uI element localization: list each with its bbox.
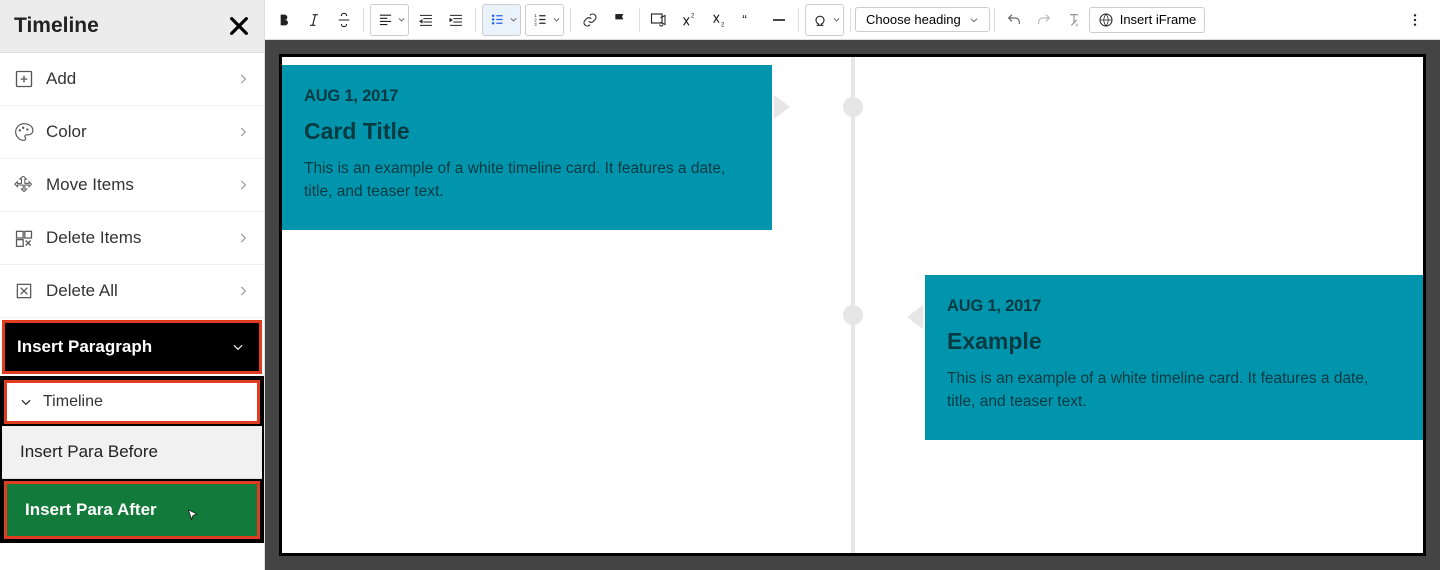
redo-button[interactable] <box>1029 5 1059 35</box>
svg-text:x: x <box>1075 22 1078 27</box>
separator <box>850 8 851 32</box>
indent-button[interactable] <box>441 5 471 35</box>
bold-button[interactable] <box>269 5 299 35</box>
insert-iframe-button[interactable]: Insert iFrame <box>1089 7 1206 33</box>
delete-all-icon <box>14 281 34 301</box>
submenu-item-label: Insert Para After <box>25 500 157 520</box>
svg-text:“: “ <box>742 12 746 27</box>
card-title: Example <box>947 328 1401 355</box>
chevron-down-icon[interactable] <box>397 15 406 24</box>
menu-label: Delete All <box>46 281 118 301</box>
chevron-down-icon <box>231 340 245 354</box>
heading-select-label: Choose heading <box>866 12 961 27</box>
chevron-down-icon[interactable] <box>832 15 841 24</box>
flag-button[interactable] <box>605 5 635 35</box>
arrow-right-icon <box>774 95 790 119</box>
clear-format-button[interactable]: x <box>1059 5 1089 35</box>
blockquote-button[interactable]: “ <box>734 5 764 35</box>
align-button[interactable] <box>373 5 397 35</box>
chevron-right-icon <box>236 72 250 86</box>
insert-paragraph-submenu: Timeline Insert Para Before Insert Para … <box>0 376 264 543</box>
sidebar-item-delete-items[interactable]: Delete Items <box>0 212 264 265</box>
close-icon[interactable] <box>228 15 250 37</box>
card-date: AUG 1, 2017 <box>304 87 750 106</box>
menu-label: Move Items <box>46 175 134 195</box>
timeline-card[interactable]: AUG 1, 2017 Example This is an example o… <box>925 275 1423 440</box>
undo-button[interactable] <box>999 5 1029 35</box>
separator <box>570 8 571 32</box>
outdent-button[interactable] <box>411 5 441 35</box>
palette-icon <box>14 122 34 142</box>
svg-text:2: 2 <box>691 13 695 19</box>
cursor-icon <box>185 508 201 524</box>
horizontal-line-button[interactable] <box>764 5 794 35</box>
submenu-header[interactable]: Timeline <box>4 380 260 424</box>
chevron-right-icon <box>236 284 250 298</box>
link-button[interactable] <box>575 5 605 35</box>
subscript-button[interactable]: 2 <box>704 5 734 35</box>
delete-items-icon <box>14 228 34 248</box>
chevron-right-icon <box>236 231 250 245</box>
chevron-down-icon <box>19 395 33 409</box>
submenu-header-label: Timeline <box>43 393 103 411</box>
card-text: This is an example of a white timeline c… <box>947 367 1401 414</box>
card-text: This is an example of a white timeline c… <box>304 157 750 204</box>
sidebar: Timeline Add Color Move Items Delete Ite… <box>0 0 265 570</box>
editor-toolbar: 123 2 2 “ Choose heading x Insert iFrame <box>265 0 1440 40</box>
card-title: Card Title <box>304 118 750 145</box>
strikethrough-button[interactable] <box>329 5 359 35</box>
svg-text:3: 3 <box>534 22 537 27</box>
bullet-list-button[interactable] <box>485 5 509 35</box>
arrow-left-icon <box>907 305 923 329</box>
menu-label: Color <box>46 122 87 142</box>
editor-canvas[interactable]: AUG 1, 2017 Card Title This is an exampl… <box>279 54 1426 556</box>
sidebar-item-color[interactable]: Color <box>0 106 264 159</box>
timeline-dot <box>843 305 863 325</box>
insert-para-after[interactable]: Insert Para After <box>4 481 260 539</box>
superscript-button[interactable]: 2 <box>674 5 704 35</box>
sidebar-item-add[interactable]: Add <box>0 53 264 106</box>
sidebar-item-move[interactable]: Move Items <box>0 159 264 212</box>
special-char-button[interactable] <box>808 5 832 35</box>
numbered-list-button[interactable]: 123 <box>528 5 552 35</box>
sidebar-title: Timeline <box>14 14 99 38</box>
timeline-card[interactable]: AUG 1, 2017 Card Title This is an exampl… <box>282 65 772 230</box>
insert-para-before[interactable]: Insert Para Before <box>2 426 262 479</box>
add-square-icon <box>14 69 34 89</box>
globe-icon <box>1098 12 1114 28</box>
chevron-down-icon <box>969 15 979 25</box>
more-options-button[interactable] <box>1400 5 1430 35</box>
separator <box>798 8 799 32</box>
chevron-down-icon[interactable] <box>552 15 561 24</box>
timeline-dot <box>843 97 863 117</box>
menu-label: Add <box>46 69 76 89</box>
menu-label: Delete Items <box>46 228 141 248</box>
separator <box>994 8 995 32</box>
heading-select[interactable]: Choose heading <box>855 7 990 32</box>
canvas-wrapper: AUG 1, 2017 Card Title This is an exampl… <box>265 40 1440 570</box>
chevron-right-icon <box>236 125 250 139</box>
sidebar-item-insert-paragraph[interactable]: Insert Paragraph <box>2 320 262 374</box>
italic-button[interactable] <box>299 5 329 35</box>
insert-iframe-label: Insert iFrame <box>1120 12 1197 27</box>
menu-label: Insert Paragraph <box>17 337 152 357</box>
sidebar-item-delete-all[interactable]: Delete All <box>0 265 264 318</box>
separator <box>363 8 364 32</box>
move-icon <box>14 175 34 195</box>
separator <box>639 8 640 32</box>
media-button[interactable] <box>644 5 674 35</box>
chevron-right-icon <box>236 178 250 192</box>
card-date: AUG 1, 2017 <box>947 297 1401 316</box>
chevron-down-icon[interactable] <box>509 15 518 24</box>
main-area: 123 2 2 “ Choose heading x Insert iFrame <box>265 0 1440 570</box>
svg-text:2: 2 <box>721 22 725 27</box>
separator <box>475 8 476 32</box>
sidebar-header: Timeline <box>0 0 264 53</box>
